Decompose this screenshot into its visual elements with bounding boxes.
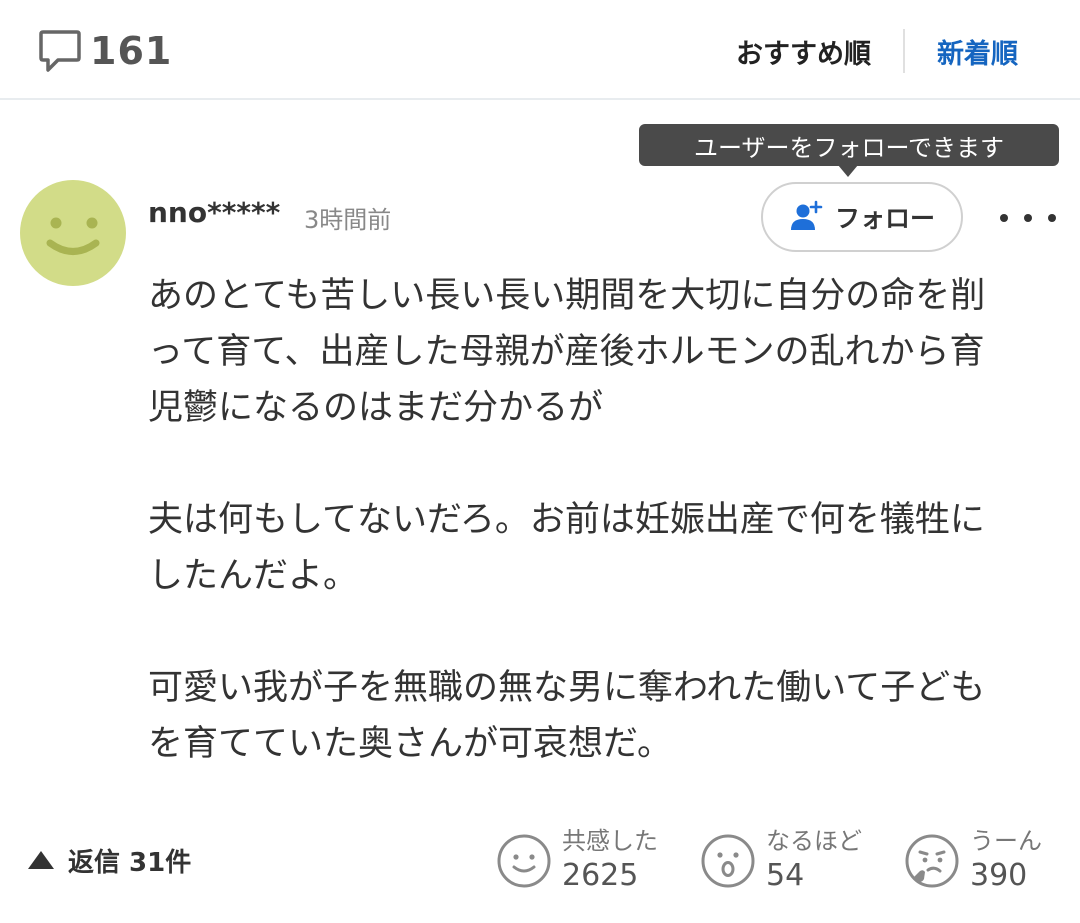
comment-line: あのとても苦しい長い長い期間を大切に自分の命を削 xyxy=(148,276,986,316)
smiley-avatar-icon xyxy=(46,217,100,255)
comment-line: したんだよ。 xyxy=(148,556,359,596)
follow-tooltip: ユーザーをフォローできます xyxy=(639,124,1059,166)
comment-line: を育てていた奥さんが可哀想だ。 xyxy=(148,724,672,764)
reaction-insight-button[interactable]: なるほど 54 xyxy=(700,824,862,898)
reply-count-label: 返信 31件 xyxy=(68,847,192,878)
reaction-label: 共感した xyxy=(562,827,658,855)
triangle-up-icon xyxy=(28,851,54,869)
reaction-count: 390 xyxy=(970,858,1028,893)
reaction-empathy-button[interactable]: 共感した 2625 xyxy=(496,824,658,898)
reaction-count: 54 xyxy=(766,858,805,893)
follow-button[interactable]: フォロー xyxy=(761,182,963,252)
comment-paragraph: あのとても苦しい長い長い期間を大切に自分の命を削 って育て、出産した母親が産後ホ… xyxy=(148,268,1058,436)
reaction-info: うーん 390 xyxy=(970,826,1042,896)
follow-label: フォロー xyxy=(834,204,935,233)
more-dot-icon xyxy=(1024,214,1032,222)
comment-line: 児鬱になるのはまだ分かるが xyxy=(148,388,604,428)
comment-count: 161 xyxy=(38,28,172,74)
comment-body: あのとても苦しい長い長い期間を大切に自分の命を削 って育て、出産した母親が産後ホ… xyxy=(148,268,1058,772)
more-dot-icon xyxy=(1000,214,1008,222)
comments-header: 161 おすすめ順 新着順 xyxy=(0,0,1080,100)
sort-tab-recommended[interactable]: おすすめ順 xyxy=(736,32,871,71)
sort-tabs: おすすめ順 新着順 xyxy=(736,28,1018,74)
reaction-label: うーん xyxy=(970,827,1042,855)
surprised-face-icon xyxy=(701,834,755,888)
smile-face-icon xyxy=(497,834,551,888)
reaction-info: なるほど 54 xyxy=(766,826,862,896)
sort-tab-newest[interactable]: 新着順 xyxy=(937,32,1018,71)
reaction-hmm-button[interactable]: うーん 390 xyxy=(904,824,1042,898)
comment-paragraph: 可愛い我が子を無職の無な男に奪われた働いて子ども を育てていた奥さんが可哀想だ。 xyxy=(148,660,1058,772)
avatar[interactable] xyxy=(20,180,126,286)
comment-line: って育て、出産した母親が産後ホルモンの乱れから育 xyxy=(148,332,985,372)
thinking-face-icon xyxy=(905,834,959,888)
reaction-label: なるほど xyxy=(766,827,862,855)
comment-paragraph: 夫は何もしてないだろ。お前は妊娠出産で何を犠牲に したんだよ。 xyxy=(148,492,1058,604)
sort-divider xyxy=(903,29,905,73)
comment-page: 161 おすすめ順 新着順 ユーザーをフォローできます nno***** 3時間… xyxy=(0,0,1080,923)
tooltip-text: ユーザーをフォローできます xyxy=(693,133,1005,162)
comment-timestamp: 3時間前 xyxy=(304,206,392,234)
reaction-info: 共感した 2625 xyxy=(562,826,658,896)
reply-toggle-button[interactable]: 返信 31件 xyxy=(26,838,191,882)
comment-bubble-icon xyxy=(39,30,81,72)
comment-count-value: 161 xyxy=(90,29,173,73)
more-options-button[interactable] xyxy=(1000,206,1056,230)
add-user-icon xyxy=(790,200,823,230)
more-dot-icon xyxy=(1048,214,1056,222)
comment-line: 可愛い我が子を無職の無な男に奪われた働いて子ども xyxy=(148,668,986,708)
comment-line: 夫は何もしてないだろ。お前は妊娠出産で何を犠牲に xyxy=(148,500,985,540)
tooltip-arrow xyxy=(838,165,858,177)
reaction-count: 2625 xyxy=(562,858,639,893)
username[interactable]: nno***** xyxy=(148,196,280,229)
